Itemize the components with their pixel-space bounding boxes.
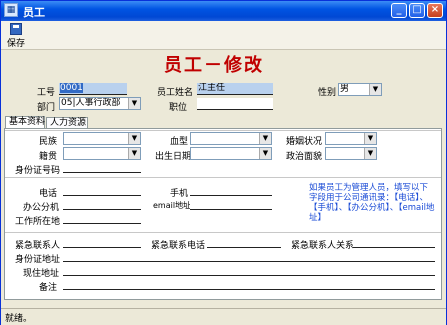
blood-type-select[interactable]: ▼ [190, 132, 272, 145]
position-label: 职位 [169, 103, 188, 113]
marital-status-label: 婚姻状况 [286, 137, 323, 147]
birth-date-picker[interactable]: ▼ [190, 147, 272, 160]
chevron-down-icon[interactable]: ▼ [259, 148, 271, 159]
dept-label: 部门 [37, 103, 56, 113]
emp-no-input[interactable]: 0001 [59, 83, 127, 95]
divider [5, 177, 441, 178]
maximize-button[interactable]: □ [409, 3, 425, 18]
id-number-input[interactable] [63, 161, 141, 173]
marital-status-select[interactable]: ▼ [325, 132, 377, 145]
title-bar[interactable]: ▦ 员工 _ □ × [1, 1, 446, 21]
email-label: email地址 [153, 201, 192, 210]
divider [5, 232, 441, 233]
workplace-label: 工作所在地 [15, 217, 61, 227]
ethnicity-select[interactable]: ▼ [63, 132, 141, 145]
page-title: 员工－修改 [164, 55, 264, 76]
status-bar: 就绪。 [1, 308, 446, 325]
gender-select[interactable]: 男 ▼ [338, 83, 382, 96]
status-text: 就绪。 [5, 314, 33, 324]
extension-input[interactable] [63, 198, 141, 210]
political-status-label: 政治面貌 [286, 152, 323, 162]
emp-name-input[interactable]: 江主任 [197, 83, 273, 95]
emergency-contact-label: 紧急联系人 [15, 241, 61, 251]
remarks-label: 备注 [39, 283, 58, 293]
chevron-down-icon[interactable]: ▼ [128, 98, 140, 109]
ethnicity-label: 民族 [39, 137, 58, 147]
phone-input[interactable] [63, 184, 141, 196]
save-button[interactable]: 保存 [5, 22, 27, 49]
birth-date-label: 出生日期 [155, 152, 192, 162]
emergency-contact-input[interactable] [63, 236, 141, 248]
current-address-input[interactable] [63, 264, 435, 276]
dept-value: 05|人事行政部 [61, 98, 121, 108]
app-window: ▦ 员工 _ □ × 保存 员工－修改 工号 0001 员工姓名 江主任 性别 … [0, 0, 447, 325]
native-place-label: 籍贯 [39, 152, 58, 162]
minimize-button[interactable]: _ [391, 3, 407, 18]
gender-label: 性别 [318, 88, 337, 98]
mobile-label: 手机 [170, 189, 189, 199]
emp-no-value: 0001 [60, 83, 83, 93]
dept-select[interactable]: 05|人事行政部 ▼ [59, 97, 141, 110]
toolbar: 保存 [1, 21, 446, 50]
email-input[interactable] [190, 198, 272, 210]
emp-name-label: 员工姓名 [157, 88, 194, 98]
gender-value: 男 [340, 84, 350, 94]
id-number-label: 身份证号码 [15, 166, 61, 176]
emergency-relation-input[interactable] [353, 236, 435, 248]
remarks-input[interactable] [63, 278, 435, 290]
close-button[interactable]: × [427, 3, 443, 18]
workplace-input[interactable] [63, 212, 141, 224]
chevron-down-icon[interactable]: ▼ [369, 84, 381, 95]
chevron-down-icon[interactable]: ▼ [128, 133, 140, 144]
chevron-down-icon[interactable]: ▼ [259, 133, 271, 144]
extension-label: 办公分机 [23, 203, 60, 213]
blood-type-label: 血型 [170, 137, 189, 147]
political-status-select[interactable]: ▼ [325, 147, 377, 160]
chevron-down-icon[interactable]: ▼ [364, 133, 376, 144]
window-title: 员工 [23, 6, 45, 19]
emp-no-label: 工号 [37, 88, 56, 98]
app-icon: ▦ [4, 3, 18, 17]
id-address-input[interactable] [63, 250, 435, 262]
divider [5, 130, 441, 131]
current-address-label: 现住地址 [23, 269, 60, 279]
chevron-down-icon[interactable]: ▼ [128, 148, 140, 159]
emergency-phone-input[interactable] [207, 236, 281, 248]
chevron-down-icon[interactable]: ▼ [364, 148, 376, 159]
id-address-label: 身份证地址 [15, 255, 61, 265]
native-place-select[interactable]: ▼ [63, 147, 141, 160]
save-button-label: 保存 [6, 39, 25, 49]
mobile-input[interactable] [190, 184, 272, 196]
manager-directory-note: 如果员工为管理人员，填写以下字段用于公司通讯录：【电话】、【手机】、【办公分机】… [309, 183, 435, 223]
position-input[interactable] [197, 98, 273, 110]
floppy-disk-icon [10, 23, 22, 35]
phone-label: 电话 [39, 189, 58, 199]
